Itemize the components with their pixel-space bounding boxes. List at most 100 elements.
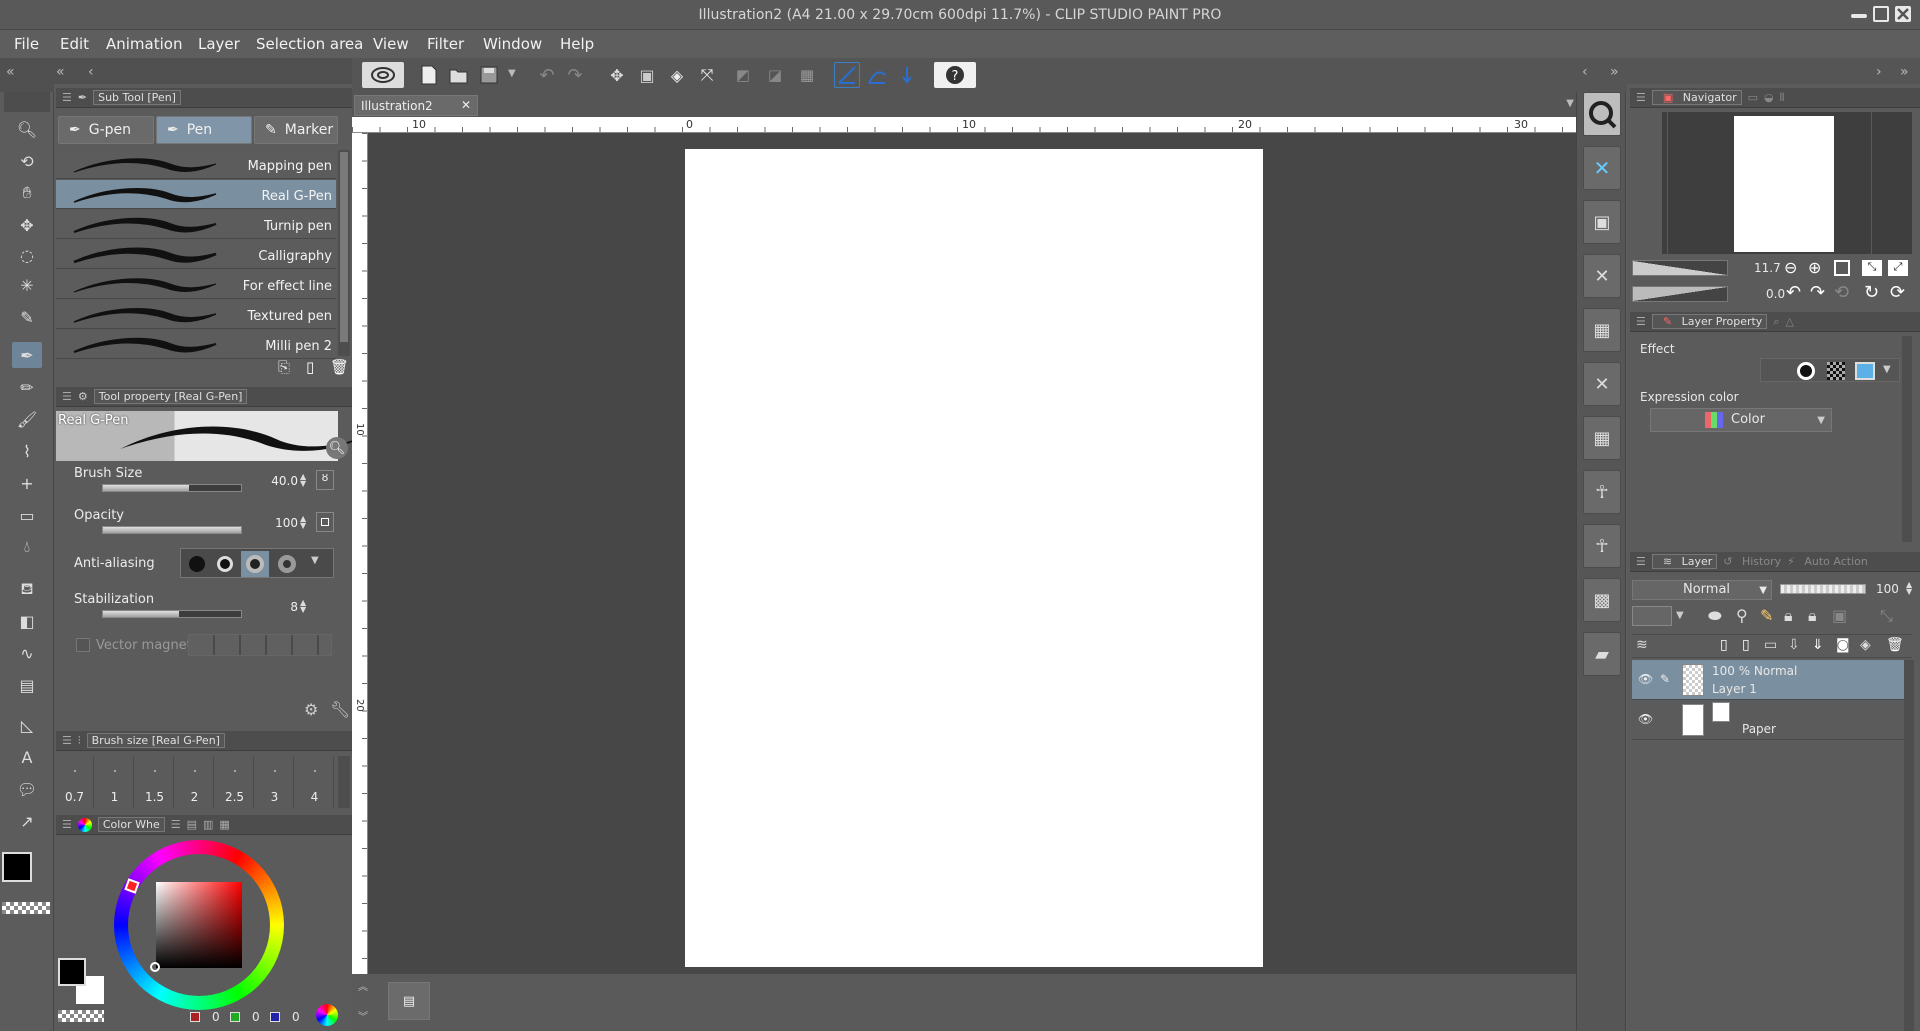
clipping-icon[interactable]: ⬬ — [1708, 606, 1722, 626]
copy-subtool-icon[interactable]: ⎘ — [278, 358, 290, 376]
brush-item[interactable]: Turnip pen — [56, 210, 336, 239]
open-file-icon[interactable] — [446, 62, 472, 88]
brush-item[interactable]: Calligraphy — [56, 240, 336, 269]
brush-size-scrollbar[interactable] — [338, 756, 350, 808]
color-set-tab-icon[interactable]: ▤ — [187, 818, 197, 831]
close-tab-icon[interactable]: ✕ — [461, 98, 471, 112]
reset-view-icon[interactable]: ⟳ — [1890, 282, 1905, 303]
tab-marker[interactable]: ✎ Marker — [254, 116, 338, 144]
fill-tool-icon[interactable]: ⛾ — [12, 576, 42, 602]
tab-g-pen[interactable]: ✒ G-pen — [58, 116, 154, 144]
edit-target-pen-icon[interactable]: ✎ — [1660, 672, 1670, 686]
chevron-down-icon[interactable]: ▼ — [1883, 364, 1891, 375]
chevron-right-icon[interactable]: › — [1876, 64, 1882, 80]
rotate-left-icon[interactable]: ↶ — [1786, 282, 1801, 303]
lasso-tool-icon[interactable]: ◌ — [12, 242, 42, 268]
redo-icon[interactable]: ↷ — [562, 62, 588, 88]
panel-menu-icon[interactable]: ☰ — [1636, 315, 1646, 328]
saturation-value-box[interactable] — [156, 882, 242, 968]
save-icon[interactable] — [476, 62, 502, 88]
brush-size-value[interactable]: 40.0 — [262, 474, 298, 488]
material-image-icon[interactable]: ▣ — [1583, 200, 1621, 244]
fit-to-screen-icon[interactable] — [1834, 260, 1850, 276]
layer-search-tab-icon[interactable]: ⌕ — [1773, 315, 1779, 329]
layer-list-icon[interactable]: ≋ — [1636, 637, 1648, 653]
brush-list-scrollbar[interactable] — [338, 150, 350, 356]
tab-list-dropdown-icon[interactable]: ▼ — [1566, 98, 1574, 109]
brush-size-preset[interactable]: 0.7 — [56, 756, 94, 808]
expand-right-icon-2[interactable]: » — [1900, 64, 1909, 80]
material-3d-pose-icon[interactable]: ☥ — [1583, 524, 1621, 568]
correct-line-tool-icon[interactable]: ↗ — [12, 808, 42, 834]
color-slider-tab-icon[interactable]: ☰ — [171, 818, 181, 831]
flip-horizontal-icon[interactable]: ⤡ — [1862, 260, 1882, 276]
brush-item[interactable]: For effect line — [56, 270, 336, 299]
collapse-down-icon[interactable]: ︾ — [358, 1008, 368, 1023]
brush-item[interactable]: Mapping pen — [56, 150, 336, 179]
brush-size-slider[interactable] — [102, 484, 242, 492]
save-dropdown-icon[interactable]: ▼ — [508, 68, 516, 79]
hand-tool-icon[interactable]: ✋︎ — [12, 180, 42, 206]
eraser-tool-icon[interactable]: ▭ — [12, 502, 42, 528]
help-icon[interactable]: ? — [934, 62, 976, 88]
layer-row-paper[interactable]: 👁︎ Paper — [1632, 700, 1904, 740]
zoom-in-icon[interactable]: ⊕ — [1808, 258, 1821, 277]
anti-aliasing-selector[interactable]: ▼ — [180, 548, 334, 578]
visibility-eye-icon[interactable]: 👁︎ — [1638, 712, 1653, 726]
grid-icon[interactable]: ▦ — [794, 62, 820, 88]
chevron-left-icon-right[interactable]: ‹ — [1582, 64, 1588, 80]
material-folder-icon[interactable]: ▰ — [1583, 632, 1621, 676]
subtool-settings-icon[interactable]: ⚙ — [304, 700, 318, 719]
auto-select-tool-icon[interactable]: ✳ — [12, 272, 42, 298]
expand-up-icon[interactable]: ︽ — [358, 978, 368, 993]
minimize-button[interactable] — [1851, 14, 1867, 18]
blend-tool-icon[interactable]: 💧︎ — [12, 534, 42, 560]
move-tool-icon[interactable]: ✥ — [12, 212, 42, 238]
text-tool-icon[interactable]: A — [12, 744, 42, 770]
aa-none-icon[interactable] — [185, 553, 209, 575]
layer-opacity-value[interactable]: 100 — [1876, 582, 1899, 596]
merge-down-icon[interactable]: ⇓ — [1812, 637, 1824, 653]
pressure-settings-icon[interactable]: ȣ — [316, 470, 334, 490]
new-file-icon[interactable] — [416, 62, 442, 88]
timeline-icon[interactable]: ▤ — [388, 982, 430, 1020]
clip-studio-icon[interactable] — [362, 62, 404, 88]
snap-ruler-icon[interactable] — [834, 62, 860, 88]
tab-auto-action[interactable]: ⚡︎ Auto Action — [1787, 555, 1868, 568]
brush-size-preset[interactable]: 4 — [296, 756, 334, 808]
expand-right-icon[interactable]: » — [1610, 64, 1619, 80]
chevron-left-icon[interactable]: ‹ — [88, 64, 94, 80]
brush-size-preset[interactable]: 3 — [256, 756, 294, 808]
vector-magnet-selector[interactable] — [188, 634, 332, 656]
brush-size-preset[interactable]: 2 — [176, 756, 214, 808]
main-color-swatch[interactable] — [2, 852, 32, 882]
panel-menu-icon[interactable]: ☰ — [1636, 555, 1646, 568]
layer-list-scrollbar[interactable] — [1904, 660, 1914, 1031]
subview-tab-icon[interactable]: ▭ — [1748, 91, 1758, 104]
snap-grid-icon[interactable] — [894, 62, 920, 88]
flip-rotate-icon[interactable]: ↻ — [1864, 282, 1879, 303]
color-mode-icon[interactable] — [316, 1004, 338, 1026]
rotate-slider[interactable] — [1632, 286, 1728, 302]
color-marker[interactable] — [150, 962, 160, 972]
vector-magnet-checkbox[interactable] — [76, 638, 90, 652]
rotate-tool-icon[interactable]: ⟲ — [12, 148, 42, 174]
apply-mask-icon[interactable]: ◈ — [1860, 637, 1871, 653]
material-manga-icon[interactable]: ✕ — [1583, 362, 1621, 406]
expression-color-dropdown[interactable]: Color ▼ — [1650, 408, 1832, 432]
info-tab-icon[interactable]: ⦀ — [1780, 91, 1785, 105]
draft-layer-icon[interactable]: ✎ — [1760, 606, 1773, 625]
gradient-tool-icon[interactable]: ◧ — [12, 608, 42, 634]
collapse-left-icon[interactable]: « — [6, 64, 15, 80]
item-bank-tab-icon[interactable]: ◒ — [1764, 91, 1774, 104]
search-icon[interactable] — [1583, 92, 1621, 136]
snap-special-ruler-icon[interactable] — [864, 62, 890, 88]
balloon-tool-icon[interactable]: 💬︎ — [12, 776, 42, 802]
menu-edit[interactable]: Edit — [60, 35, 89, 53]
menu-layer[interactable]: Layer — [198, 35, 240, 53]
tab-history[interactable]: ↺ History — [1723, 555, 1781, 568]
delete-layer-icon[interactable]: 🗑︎ — [1886, 637, 1904, 653]
aa-weak-icon[interactable] — [213, 553, 237, 575]
brush-item[interactable]: Milli pen 2 — [56, 330, 336, 359]
layer-list-empty-area[interactable] — [1632, 740, 1904, 1031]
